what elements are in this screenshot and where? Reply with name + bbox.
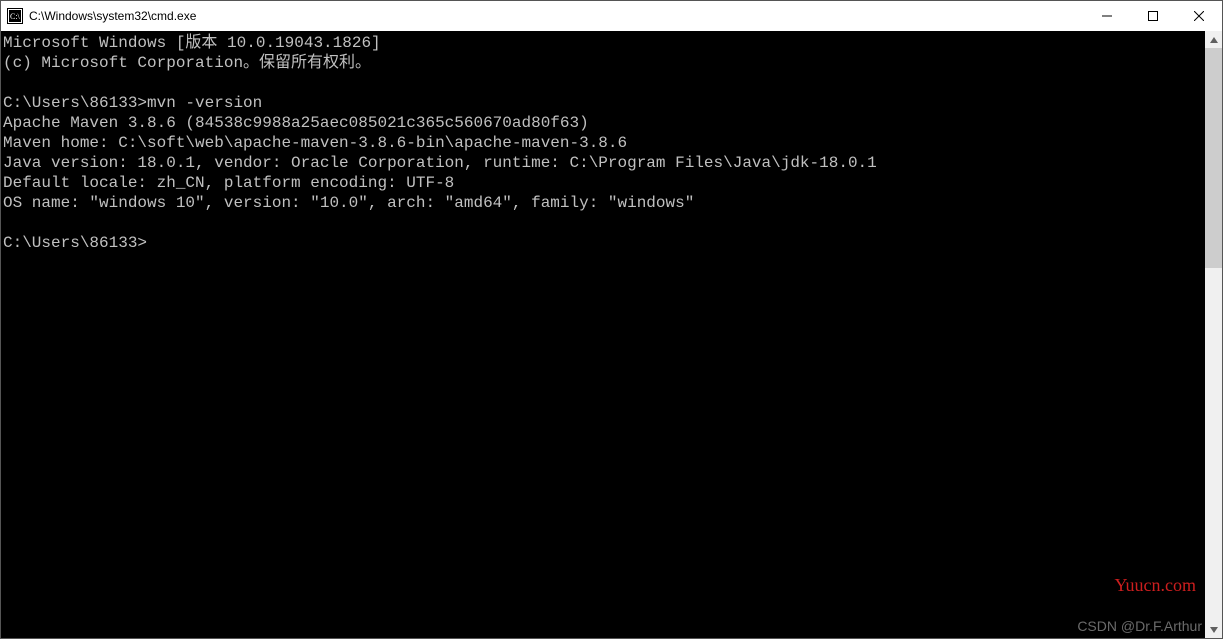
terminal-line: C:\Users\86133>mvn -version [3, 93, 1205, 113]
terminal-line: Maven home: C:\soft\web\apache-maven-3.8… [3, 133, 1205, 153]
titlebar[interactable]: C:\ C:\Windows\system32\cmd.exe [1, 1, 1222, 31]
scroll-down-button[interactable] [1205, 621, 1222, 638]
window-title: C:\Windows\system32\cmd.exe [29, 9, 196, 23]
scroll-thumb[interactable] [1205, 48, 1222, 268]
terminal-line [3, 73, 1205, 93]
terminal-line: Default locale: zh_CN, platform encoding… [3, 173, 1205, 193]
terminal-output[interactable]: Microsoft Windows [版本 10.0.19043.1826](c… [1, 31, 1205, 638]
close-button[interactable] [1176, 1, 1222, 31]
minimize-button[interactable] [1084, 1, 1130, 31]
svg-text:C:\: C:\ [10, 12, 21, 21]
terminal-line: Microsoft Windows [版本 10.0.19043.1826] [3, 33, 1205, 53]
cmd-window: C:\ C:\Windows\system32\cmd.exe Microsof… [0, 0, 1223, 639]
terminal-line: Java version: 18.0.1, vendor: Oracle Cor… [3, 153, 1205, 173]
terminal-line [3, 213, 1205, 233]
terminal-line: (c) Microsoft Corporation。保留所有权利。 [3, 53, 1205, 73]
scroll-up-button[interactable] [1205, 31, 1222, 48]
cmd-icon: C:\ [7, 8, 23, 24]
vertical-scrollbar[interactable] [1205, 31, 1222, 638]
terminal-line: Apache Maven 3.8.6 (84538c9988a25aec0850… [3, 113, 1205, 133]
maximize-button[interactable] [1130, 1, 1176, 31]
terminal-line: OS name: "windows 10", version: "10.0", … [3, 193, 1205, 213]
client-area: Microsoft Windows [版本 10.0.19043.1826](c… [1, 31, 1222, 638]
terminal-line: C:\Users\86133> [3, 233, 1205, 253]
scroll-track[interactable] [1205, 48, 1222, 621]
